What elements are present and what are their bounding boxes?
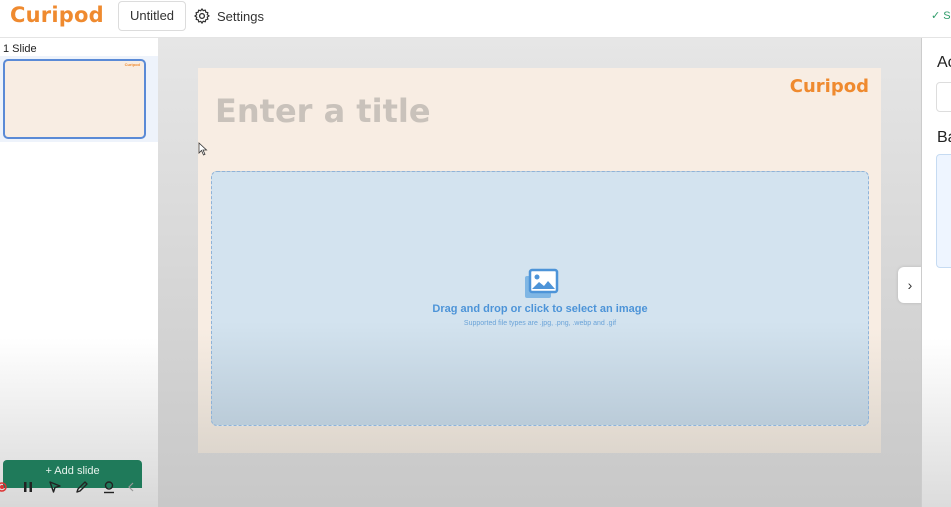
expand-panel-button[interactable]: ›: [898, 267, 922, 303]
pointer-button[interactable]: [41, 475, 68, 499]
record-button[interactable]: [0, 475, 14, 499]
right-panel-heading-1: Ac: [937, 54, 951, 71]
webcam-icon: [103, 481, 114, 494]
check-icon: ✓: [931, 10, 941, 22]
gear-icon: [194, 8, 210, 24]
mouse-cursor-icon: [198, 142, 208, 156]
document-title-input[interactable]: Untitled: [118, 1, 186, 31]
settings-button[interactable]: Settings: [193, 6, 264, 26]
slides-sidebar: 1 Slide Curipod + Add slide: [0, 38, 158, 507]
top-bar: Curipod Untitled Settings ✓ S: [0, 0, 951, 38]
right-panel: Ac Ba: [921, 38, 951, 507]
webcam-button[interactable]: [95, 475, 122, 499]
thumbnail-logo: Curipod: [124, 62, 140, 67]
save-status-label: S: [943, 10, 951, 22]
slide-thumbnail-row[interactable]: Curipod: [0, 56, 158, 142]
curipod-logo[interactable]: Curipod: [10, 3, 104, 27]
dropzone-hint: Supported file types are .jpg, .png, .we…: [463, 320, 617, 327]
save-status: ✓ S: [931, 9, 951, 22]
chevron-left-icon: [128, 482, 134, 492]
slide-canvas[interactable]: Curipod Enter a title Drag and drop or c…: [198, 68, 881, 453]
right-panel-card[interactable]: [936, 154, 951, 268]
image-dropzone[interactable]: Drag and drop or click to select an imag…: [211, 171, 869, 426]
slides-count: 1 Slide: [3, 43, 37, 55]
collapse-toolbar-button[interactable]: [122, 475, 140, 499]
editor-canvas: Curipod Enter a title Drag and drop or c…: [158, 38, 921, 507]
right-panel-heading-2: Ba: [937, 129, 951, 146]
right-panel-option-box[interactable]: [936, 82, 951, 112]
pen-button[interactable]: [68, 475, 95, 499]
image-upload-icon: [525, 268, 559, 298]
recording-toolbar: [0, 475, 150, 499]
record-icon: [0, 482, 7, 492]
pen-icon: [75, 481, 88, 493]
pause-button[interactable]: [14, 475, 41, 499]
dropzone-label: Drag and drop or click to select an imag…: [432, 303, 648, 315]
slide-logo: Curipod: [789, 76, 869, 97]
pointer-icon: [48, 481, 61, 493]
slide-thumbnail[interactable]: Curipod: [3, 59, 146, 139]
settings-label: Settings: [217, 8, 264, 24]
pause-icon: [23, 482, 32, 492]
chevron-right-icon: ›: [907, 277, 913, 293]
slide-title-input[interactable]: Enter a title: [215, 92, 431, 130]
